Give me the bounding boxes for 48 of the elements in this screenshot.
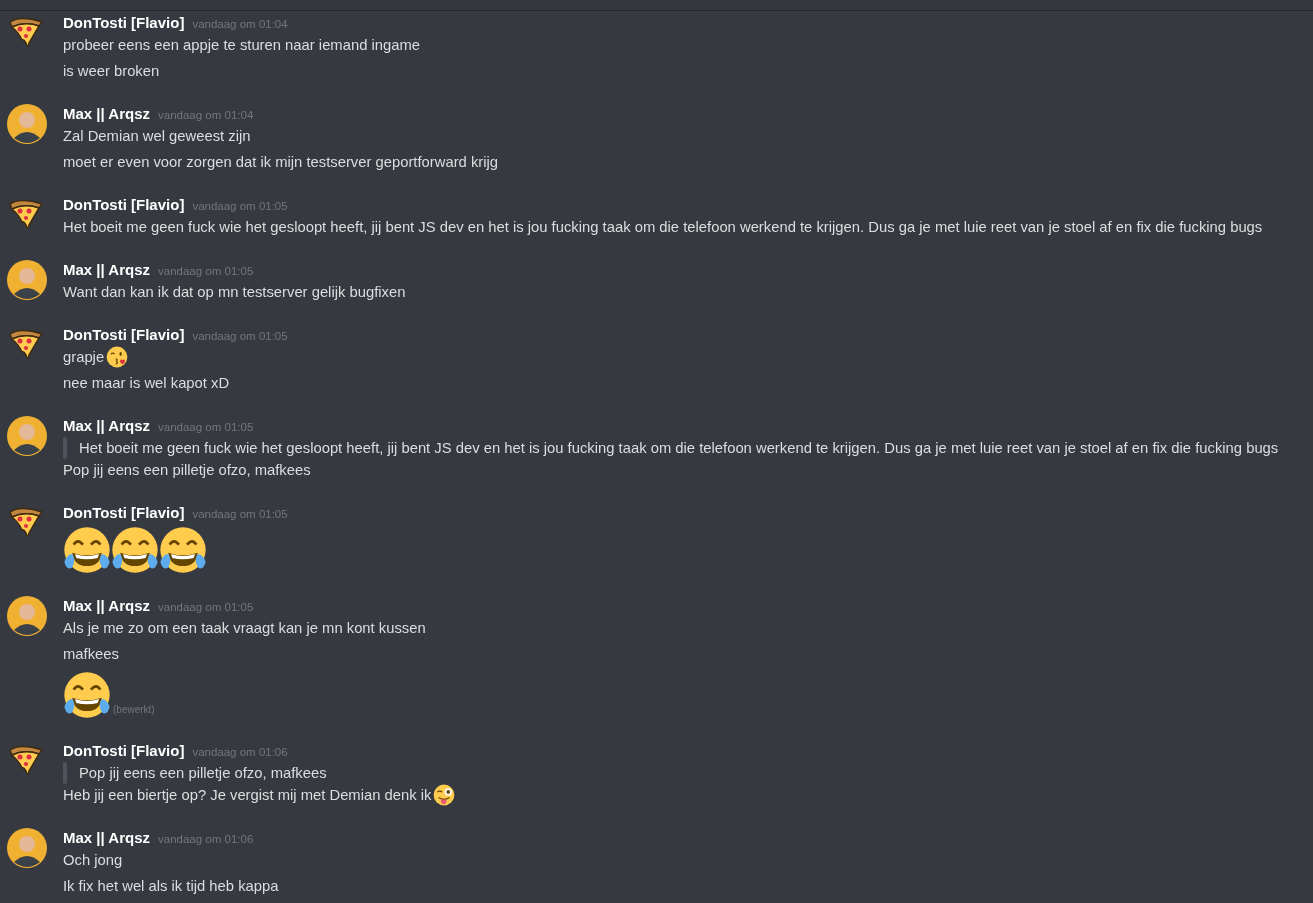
author-name[interactable]: DonTosti [Flavio]: [63, 740, 185, 762]
avatar-icon: [7, 596, 47, 636]
timestamp: vandaag om 01:06: [158, 832, 254, 847]
message-text: moet er even voor zorgen dat ik mijn testserver geportforward krijg: [63, 153, 499, 172]
timestamp: vandaag om 01:05: [158, 264, 254, 279]
timestamp: vandaag om 01:04: [158, 108, 254, 123]
message-text: Zal Demian wel geweest zijn: [63, 127, 251, 146]
quoted-text: Pop jij eens een pilletje ofzo, mafkees: [79, 764, 327, 783]
timestamp: vandaag om 01:05: [192, 507, 288, 522]
author-name[interactable]: Max || Arqsz: [63, 415, 151, 437]
message-text: grapje: [63, 348, 105, 367]
kissing-face-emoji-icon: [106, 346, 129, 368]
message-text: Het boeit me geen fuck wie het gesloopt heeft, jij bent JS dev en het is jou fucking taak om die telefoon werkend te krijgen. Dus ga je met luie reet van je stoel af en fix die fucking bugs: [63, 218, 1263, 237]
winking-tongue-emoji-icon: [433, 784, 456, 806]
message-text: Heb jij een biertje op? Je vergist mij met Demian denk ik: [63, 786, 432, 805]
timestamp: vandaag om 01:05: [192, 329, 288, 344]
edited-label: (bewerkt): [113, 704, 155, 715]
message-text: mafkees: [63, 645, 119, 664]
tears-of-joy-emoji-icon: [111, 526, 159, 574]
avatar-icon: [7, 104, 47, 144]
message-text: probeer eens een appje te sturen naar iemand ingame: [63, 36, 420, 55]
message-text: Als je me zo om een taak vraagt kan je mn kont kussen: [63, 619, 426, 638]
tears-of-joy-emoji-icon: [63, 671, 111, 719]
timestamp: vandaag om 01:04: [192, 17, 288, 32]
timestamp: vandaag om 01:06: [192, 745, 288, 760]
author-name[interactable]: Max || Arqsz: [63, 259, 151, 281]
author-name[interactable]: Max || Arqsz: [63, 595, 151, 617]
message-text: Ik fix het wel als ik tijd heb kappa: [63, 877, 279, 896]
message-text: Want dan kan ik dat op mn testserver gelijk bugfixen: [63, 283, 406, 302]
author-name[interactable]: DonTosti [Flavio]: [63, 194, 185, 216]
avatar-icon: [7, 828, 47, 868]
timestamp: vandaag om 01:05: [158, 420, 254, 435]
tears-of-joy-emoji-icon: [159, 526, 207, 574]
avatar-icon: [7, 416, 47, 456]
message-text: Och jong: [63, 851, 123, 870]
author-name[interactable]: DonTosti [Flavio]: [63, 324, 185, 346]
message-text: is weer broken: [63, 62, 160, 81]
avatar-icon: [7, 260, 47, 300]
author-name[interactable]: DonTosti [Flavio]: [63, 12, 185, 34]
message-text: Pop jij eens een pilletje ofzo, mafkees: [63, 461, 311, 480]
quoted-text: Het boeit me geen fuck wie het gesloopt heeft, jij bent JS dev en het is jou fucking taak om die telefoon werkend te krijgen. Dus ga je met luie reet van je stoel af en fix die fucking bugs: [79, 439, 1279, 458]
author-name[interactable]: Max || Arqsz: [63, 103, 151, 125]
timestamp: vandaag om 01:05: [158, 600, 254, 615]
timestamp: vandaag om 01:05: [192, 199, 288, 214]
author-name[interactable]: DonTosti [Flavio]: [63, 502, 185, 524]
author-name[interactable]: Max || Arqsz: [63, 827, 151, 849]
tears-of-joy-emoji-icon: [63, 526, 111, 574]
message-text: nee maar is wel kapot xD: [63, 374, 230, 393]
